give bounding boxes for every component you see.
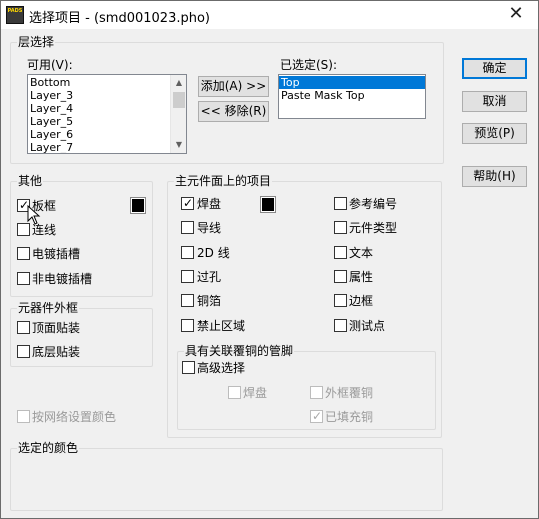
bottom-mount-label: 底层贴装 [32, 345, 81, 359]
board-outline-color-swatch[interactable] [131, 198, 145, 213]
copper-pins-label: 具有关联覆铜的管脚 [184, 344, 295, 359]
selected-label: 已选定(S): [280, 58, 338, 72]
ref-des-checkbox[interactable]: ✓ [334, 197, 347, 210]
pad-label: 焊盘 [197, 197, 222, 211]
trace-label: 导线 [197, 221, 222, 235]
selected-list-item[interactable]: Paste Mask Top [279, 89, 425, 102]
main-items-label: 主元件面上的项目 [174, 174, 273, 189]
close-icon[interactable]: ✕ [496, 1, 536, 27]
top-mount-checkbox[interactable]: ✓ [17, 321, 30, 334]
window-title: 选择项目 - (smd001023.pho) [29, 11, 210, 26]
outline-pour-checkbox[interactable]: ✓ [310, 386, 323, 399]
part-type-label: 元件类型 [349, 221, 398, 235]
attribute-checkbox[interactable]: ✓ [334, 270, 347, 283]
other-group-label: 其他 [17, 174, 44, 189]
non-plated-slot-label: 非电镀插槽 [32, 272, 93, 286]
available-list-item[interactable]: Layer_7 [28, 141, 186, 153]
advanced-select-checkbox[interactable]: ✓ [182, 361, 195, 374]
selected-listbox[interactable]: Top Paste Mask Top [278, 74, 426, 119]
trace-checkbox[interactable]: ✓ [181, 221, 194, 234]
ok-button[interactable]: 确定 [462, 58, 527, 79]
selected-list-item[interactable]: Top [279, 76, 425, 89]
bottom-mount-checkbox[interactable]: ✓ [17, 345, 30, 358]
component-outline-label: 元器件外框 [17, 301, 80, 316]
border-label: 边框 [349, 294, 374, 308]
border-checkbox[interactable]: ✓ [334, 294, 347, 307]
pad-checkbox[interactable]: ✓ [181, 196, 194, 210]
via-label: 过孔 [197, 270, 222, 284]
filled-pour-label: 已填充铜 [325, 410, 374, 424]
test-point-label: 测试点 [349, 319, 386, 333]
scroll-down-icon[interactable]: ▼ [171, 137, 186, 153]
text-label: 文本 [349, 246, 374, 260]
via-checkbox[interactable]: ✓ [181, 270, 194, 283]
plated-slot-checkbox[interactable]: ✓ [17, 247, 30, 260]
attribute-label: 属性 [349, 270, 374, 284]
copper-pad-checkbox[interactable]: ✓ [228, 386, 241, 399]
mouse-cursor-icon [27, 205, 41, 225]
available-list-item[interactable]: Layer_6 [28, 128, 186, 141]
add-button[interactable]: 添加(A) >> [198, 76, 269, 97]
2d-line-checkbox[interactable]: ✓ [181, 246, 194, 259]
available-list-item[interactable]: Layer_5 [28, 115, 186, 128]
test-point-checkbox[interactable]: ✓ [334, 319, 347, 332]
app-icon: PADS [6, 6, 24, 24]
keepout-checkbox[interactable]: ✓ [181, 319, 194, 332]
selected-colors-group: 选定的颜色 [10, 441, 443, 511]
help-button[interactable]: 帮助(H) [462, 166, 527, 187]
text-checkbox[interactable]: ✓ [334, 246, 347, 259]
advanced-select-label: 高级选择 [197, 361, 246, 375]
connection-label: 连线 [32, 223, 57, 237]
cancel-button[interactable]: 取消 [462, 91, 527, 112]
net-color-label: 按网络设置颜色 [32, 410, 117, 424]
scroll-thumb[interactable] [173, 92, 185, 108]
copper-checkbox[interactable]: ✓ [181, 294, 194, 307]
2d-line-label: 2D 线 [197, 246, 230, 260]
select-items-dialog: PADS 选择项目 - (smd001023.pho) ✕ 层选择 可用(V):… [0, 0, 539, 519]
available-list-item[interactable]: Layer_3 [28, 89, 186, 102]
filled-pour-checkbox[interactable]: ✓ [310, 409, 323, 423]
net-color-checkbox[interactable]: ✓ [17, 410, 30, 423]
available-list-item[interactable]: Layer_4 [28, 102, 186, 115]
preview-button[interactable]: 预览(P) [462, 123, 527, 144]
pad-color-swatch[interactable] [261, 197, 275, 212]
non-plated-slot-checkbox[interactable]: ✓ [17, 272, 30, 285]
keepout-label: 禁止区域 [197, 319, 246, 333]
available-listbox[interactable]: Bottom Layer_3 Layer_4 Layer_5 Layer_6 Layer_… [27, 74, 187, 154]
scroll-up-icon[interactable]: ▲ [171, 75, 186, 91]
copper-label: 铜箔 [197, 294, 222, 308]
copper-pad-label: 焊盘 [243, 386, 268, 400]
available-scrollbar[interactable]: ▲ ▼ [170, 75, 186, 153]
part-type-checkbox[interactable]: ✓ [334, 221, 347, 234]
selected-colors-label: 选定的颜色 [17, 441, 80, 456]
available-list-item[interactable]: Bottom [28, 76, 186, 89]
ref-des-label: 参考编号 [349, 197, 398, 211]
layer-selection-label: 层选择 [17, 35, 56, 50]
title-bar[interactable]: PADS 选择项目 - (smd001023.pho) ✕ [1, 1, 538, 29]
plated-slot-label: 电镀插槽 [32, 247, 81, 261]
outline-pour-label: 外框覆铜 [325, 386, 374, 400]
top-mount-label: 顶面贴装 [32, 321, 81, 335]
available-label: 可用(V): [27, 58, 73, 72]
remove-button[interactable]: << 移除(R) [198, 101, 269, 122]
